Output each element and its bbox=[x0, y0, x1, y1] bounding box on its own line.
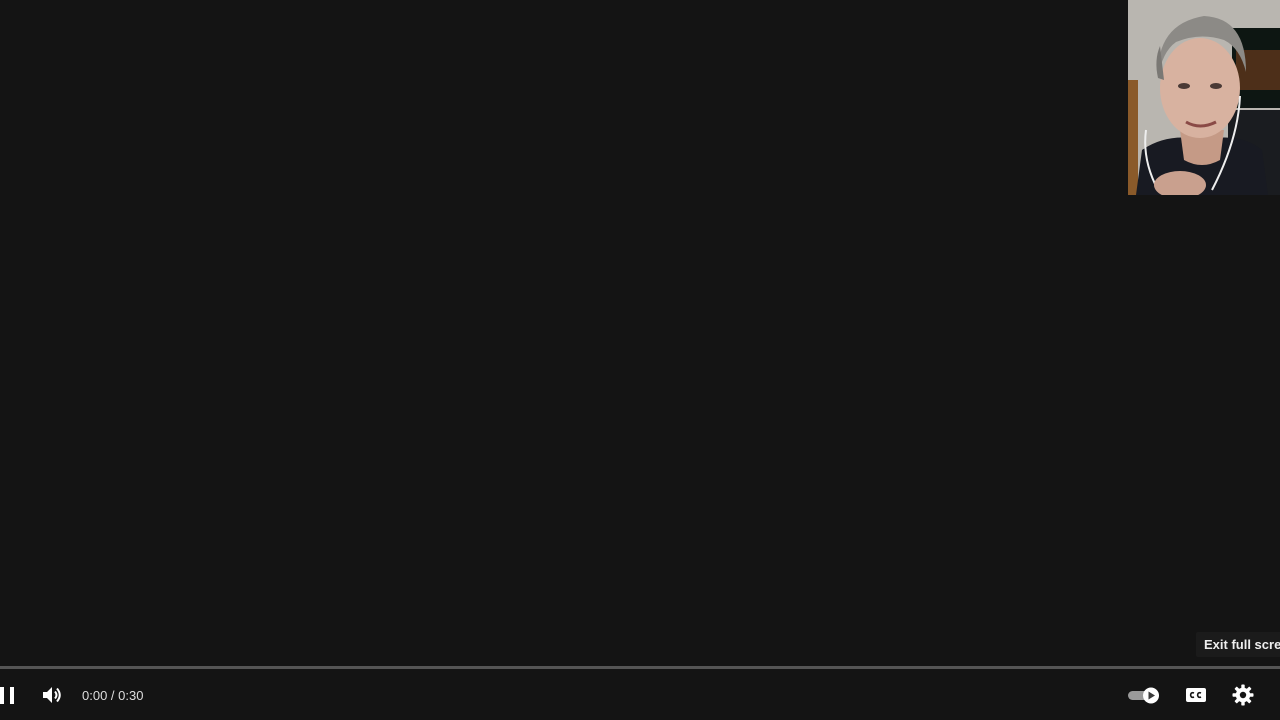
time-separator: / bbox=[107, 687, 119, 703]
subtitles-button[interactable] bbox=[1180, 670, 1212, 720]
autoplay-toggle[interactable] bbox=[1122, 670, 1168, 720]
video-player[interactable]: Exit full scree 0:00 / 0:30 bbox=[0, 0, 1280, 720]
pause-button[interactable] bbox=[0, 670, 20, 720]
webcam-person-image bbox=[1128, 0, 1280, 195]
webcam-overlay bbox=[1128, 0, 1280, 195]
video-surface[interactable] bbox=[0, 0, 1280, 720]
volume-icon bbox=[43, 687, 61, 703]
current-time: 0:00 bbox=[82, 687, 108, 703]
settings-gear-icon bbox=[1232, 684, 1254, 706]
control-bar: 0:00 / 0:30 bbox=[0, 670, 1280, 720]
autoplay-toggle-icon bbox=[1128, 687, 1159, 704]
mute-button[interactable] bbox=[36, 670, 68, 720]
closed-captions-icon bbox=[1186, 688, 1206, 702]
duration: 0:30 bbox=[118, 687, 144, 703]
time-display: 0:00 / 0:30 bbox=[82, 670, 143, 720]
exit-fullscreen-tooltip: Exit full scree bbox=[1196, 632, 1280, 657]
pause-icon bbox=[0, 687, 14, 704]
progress-bar[interactable] bbox=[0, 666, 1280, 669]
settings-button[interactable] bbox=[1227, 670, 1259, 720]
